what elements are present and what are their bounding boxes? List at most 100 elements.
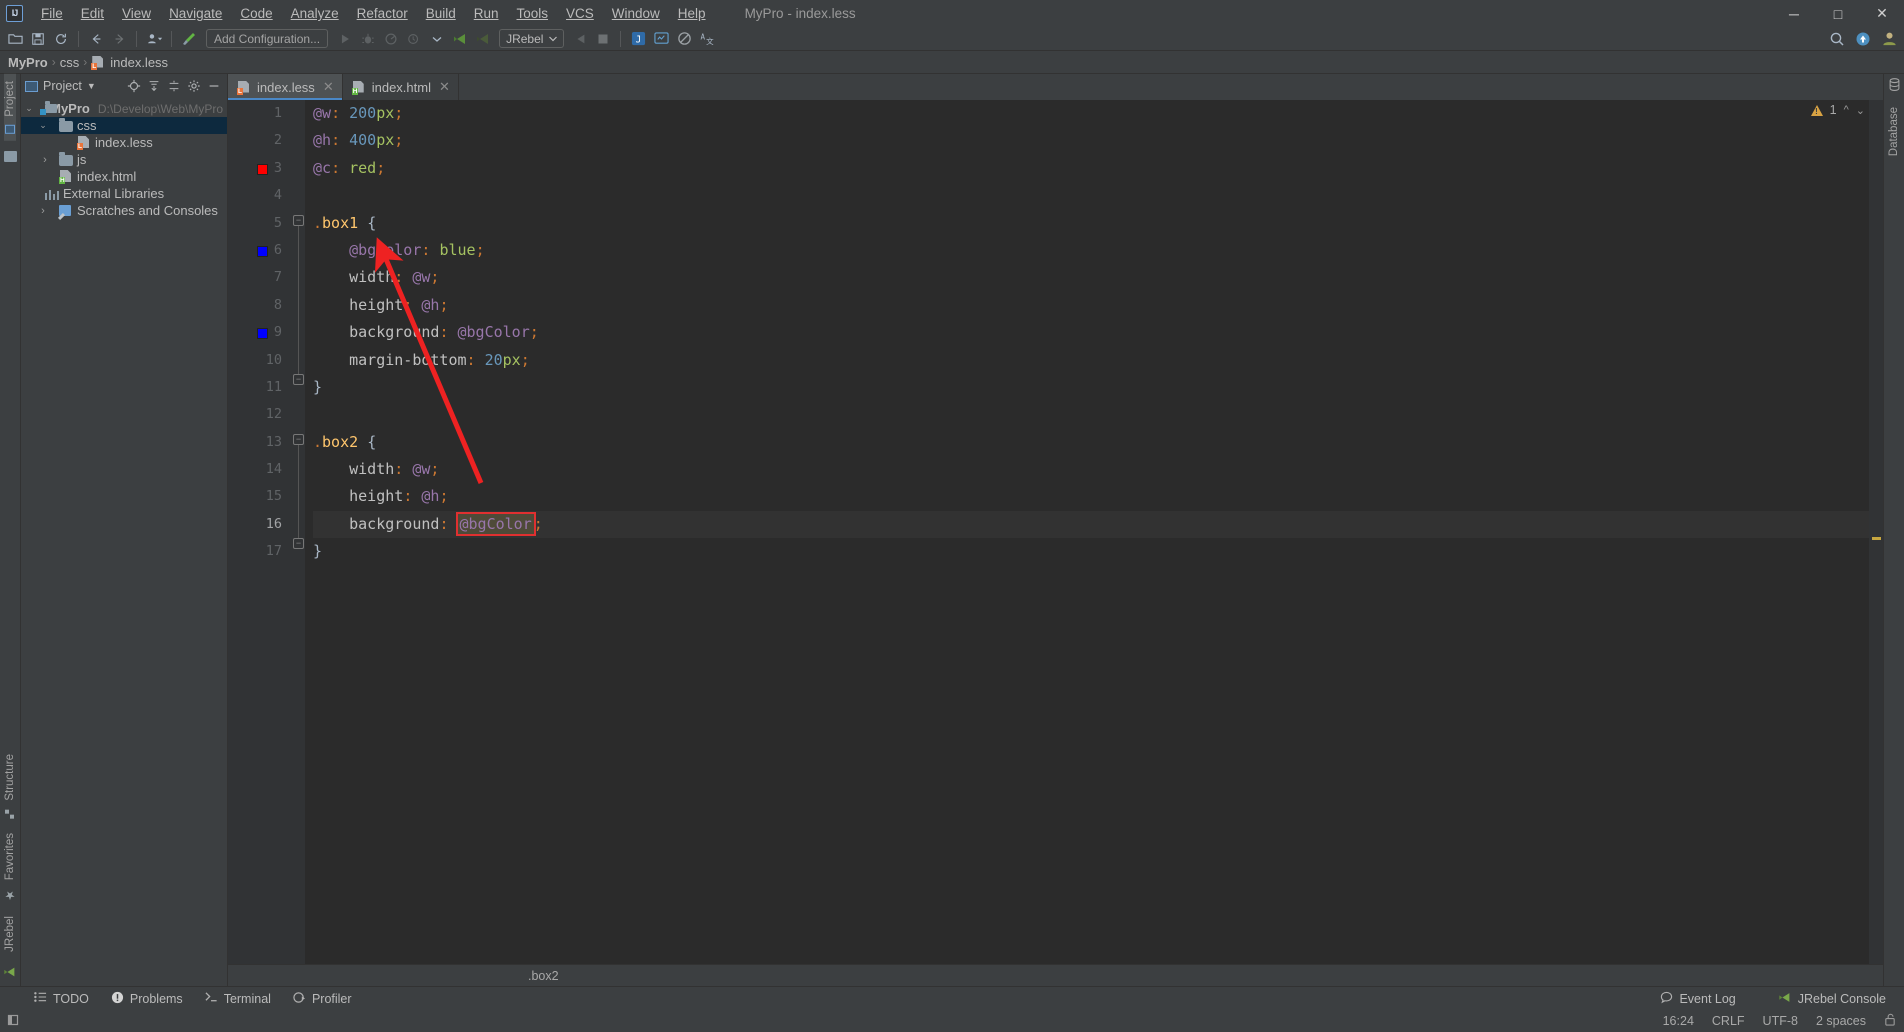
minimize-button[interactable]: ─ <box>1772 0 1816 27</box>
settings-gear-icon[interactable] <box>185 77 203 95</box>
breadcrumb-item-project[interactable]: MyPro <box>8 55 48 70</box>
tool-window-button-profiler[interactable]: Profiler <box>283 989 362 1009</box>
menu-item-window[interactable]: Window <box>603 3 669 24</box>
close-button[interactable]: ✕ <box>1860 0 1904 27</box>
tree-node-index-html[interactable]: H index.html <box>21 168 227 185</box>
read-only-toggle[interactable] <box>1884 1013 1896 1029</box>
collapse-all-icon[interactable] <box>165 77 183 95</box>
jrebel-monitor-icon[interactable] <box>650 28 672 50</box>
tool-window-button-jrebel-console[interactable]: JRebel Console <box>1768 989 1896 1009</box>
stop-icon[interactable] <box>569 28 591 50</box>
open-folder-icon[interactable] <box>4 28 26 50</box>
square-stop-icon[interactable] <box>592 28 614 50</box>
tree-node-scratches[interactable]: › Scratches and Consoles <box>21 202 227 221</box>
code-text[interactable]: @w: 200px; @h: 400px; @c: red; .box1 { @… <box>305 100 1869 964</box>
maximize-button[interactable]: □ <box>1816 0 1860 27</box>
tool-window-button-event-log[interactable]: Event Log <box>1650 989 1745 1009</box>
jrebel-selector[interactable]: JRebel <box>499 29 565 48</box>
inspection-widget[interactable]: 1 ^ ⌄ <box>1810 103 1865 117</box>
chevron-down-icon[interactable]: ⌄ <box>1856 104 1865 117</box>
chevron-down-icon[interactable]: ⌄ <box>37 120 49 131</box>
folder-strip-icon[interactable] <box>3 150 17 162</box>
menu-item-view[interactable]: View <box>113 3 160 24</box>
forward-arrow-icon[interactable] <box>108 28 130 50</box>
tool-window-button-problems[interactable]: Problems <box>101 989 193 1009</box>
profile-dropdown-icon[interactable] <box>143 28 165 50</box>
breadcrumb-item-file[interactable]: L index.less <box>91 55 168 70</box>
chevron-up-icon[interactable]: ^ <box>1844 104 1849 116</box>
tool-window-button-terminal[interactable]: Terminal <box>195 989 281 1008</box>
menu-item-code[interactable]: Code <box>231 3 281 24</box>
jrebel-toggle-icon[interactable]: J <box>627 28 649 50</box>
gutter-color-swatch-red[interactable] <box>257 164 268 175</box>
chevron-right-icon[interactable]: › <box>39 154 51 166</box>
tool-window-button-jrebel[interactable]: JRebel <box>4 909 16 959</box>
hide-panel-icon[interactable] <box>205 77 223 95</box>
profile-clock-icon[interactable] <box>403 28 425 50</box>
code-folding-column[interactable]: − − − − <box>293 100 305 964</box>
editor-tab-index-less[interactable]: L index.less ✕ <box>228 74 343 100</box>
update-icon[interactable] <box>1852 28 1874 50</box>
tree-node-external-libraries[interactable]: External Libraries <box>21 185 227 202</box>
breadcrumb-item-css[interactable]: css <box>60 55 80 70</box>
dropdown-caret-icon[interactable] <box>426 28 448 50</box>
toggle-toolwindow-icon[interactable] <box>6 1013 20 1030</box>
tree-node-css[interactable]: ⌄ css <box>21 117 227 134</box>
fold-marker-box1-end[interactable]: − <box>293 374 304 385</box>
gutter-color-swatch-blue-2[interactable] <box>257 328 268 339</box>
line-separator[interactable]: CRLF <box>1712 1014 1745 1028</box>
editor-marker-gutter[interactable] <box>1869 100 1883 964</box>
jrebel-icon[interactable] <box>3 965 17 982</box>
tool-window-button-project[interactable]: Project <box>4 74 16 141</box>
search-icon[interactable] <box>1826 28 1848 50</box>
tree-node-mypro[interactable]: ⌄ MyPro D:\Develop\Web\MyPro <box>21 100 227 117</box>
menu-item-navigate[interactable]: Navigate <box>160 3 231 24</box>
gutter-color-swatch-blue-1[interactable] <box>257 246 268 257</box>
indent-setting[interactable]: 2 spaces <box>1816 1014 1866 1028</box>
menu-item-refactor[interactable]: Refactor <box>348 3 417 24</box>
file-encoding[interactable]: UTF-8 <box>1763 1014 1798 1028</box>
menu-item-analyze[interactable]: Analyze <box>282 3 348 24</box>
tool-window-button-favorites[interactable]: ★ Favorites <box>3 826 17 909</box>
code-editor[interactable]: 1 2 3 4 5 6 7 8 9 10 11 12 13 14 15 16 1 <box>228 100 1883 964</box>
close-icon[interactable]: ✕ <box>439 79 450 95</box>
save-all-icon[interactable] <box>27 28 49 50</box>
tool-window-button-todo[interactable]: TODO <box>24 989 99 1008</box>
tree-node-index-less[interactable]: L index.less <box>21 134 227 151</box>
jrebel-run-icon[interactable] <box>449 28 471 50</box>
database-icon[interactable] <box>1888 78 1901 95</box>
tool-window-button-structure[interactable]: Structure <box>4 747 16 826</box>
caret-position[interactable]: 16:24 <box>1663 1014 1694 1028</box>
tree-node-js[interactable]: › js <box>21 151 227 168</box>
user-avatar-icon[interactable] <box>1878 28 1900 50</box>
menu-item-edit[interactable]: Edit <box>72 3 113 24</box>
sync-refresh-icon[interactable] <box>50 28 72 50</box>
no-entry-icon[interactable] <box>673 28 695 50</box>
menu-item-build[interactable]: Build <box>417 3 465 24</box>
back-arrow-icon[interactable] <box>85 28 107 50</box>
run-icon[interactable] <box>334 28 356 50</box>
fold-marker-box1[interactable]: − <box>293 215 304 226</box>
close-icon[interactable]: ✕ <box>323 79 334 95</box>
debug-icon[interactable] <box>357 28 379 50</box>
menu-item-run[interactable]: Run <box>465 3 508 24</box>
warning-marker[interactable] <box>1872 537 1881 540</box>
menu-item-tools[interactable]: Tools <box>508 3 558 24</box>
add-configuration-button[interactable]: Add Configuration... <box>206 29 329 48</box>
chevron-down-icon[interactable]: ⌄ <box>23 103 35 114</box>
tool-window-button-database[interactable]: Database <box>1888 100 1900 163</box>
menu-item-vcs[interactable]: VCS <box>557 3 603 24</box>
editor-gutter[interactable]: 1 2 3 4 5 6 7 8 9 10 11 12 13 14 15 16 1 <box>228 100 293 964</box>
editor-tab-index-html[interactable]: H index.html ✕ <box>343 74 459 100</box>
locate-target-icon[interactable] <box>125 77 143 95</box>
jrebel-debug-icon[interactable] <box>472 28 494 50</box>
expand-all-icon[interactable] <box>145 77 163 95</box>
menu-item-file[interactable]: File <box>32 3 72 24</box>
run-coverage-icon[interactable] <box>380 28 402 50</box>
menu-item-help[interactable]: Help <box>669 3 715 24</box>
chevron-down-icon[interactable]: ▼ <box>87 81 96 91</box>
build-hammer-icon[interactable] <box>178 28 200 50</box>
fold-marker-box2-end[interactable]: − <box>293 538 304 549</box>
fold-marker-box2[interactable]: − <box>293 434 304 445</box>
chevron-right-icon[interactable]: › <box>37 205 49 217</box>
